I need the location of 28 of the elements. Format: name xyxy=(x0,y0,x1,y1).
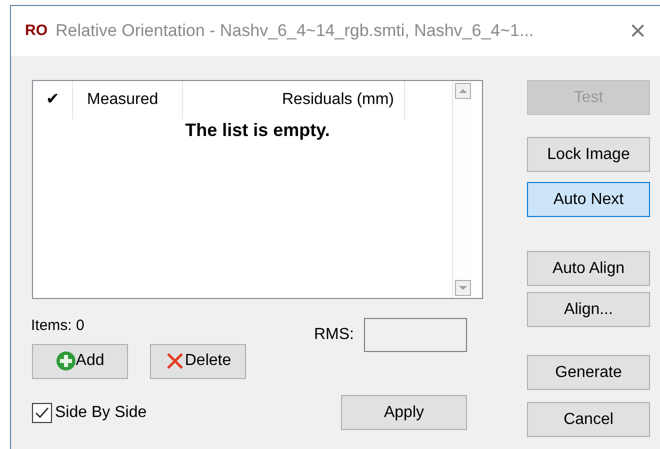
side-button[interactable]: Auto Align xyxy=(527,251,650,286)
rms-label: RMS: xyxy=(314,325,354,345)
window-title: Relative Orientation - Nashv_6_4~14_rgb.smti, Nashv_6_4~1... xyxy=(56,20,534,42)
scroll-up-icon[interactable] xyxy=(454,83,470,99)
side-button[interactable]: Align... xyxy=(527,292,650,327)
items-count: Items: 0 xyxy=(31,316,86,336)
side-button[interactable]: Auto Next xyxy=(527,182,650,217)
column-header[interactable]: ✔ xyxy=(33,81,73,119)
column-header[interactable]: Measured xyxy=(73,81,183,119)
plus-icon xyxy=(56,351,76,371)
rms-field[interactable] xyxy=(364,318,467,352)
close-button[interactable]: × xyxy=(630,17,646,45)
column-header[interactable]: Residuals (mm) xyxy=(183,81,405,119)
side-button[interactable]: Generate xyxy=(527,355,650,390)
scroll-down-icon[interactable] xyxy=(454,280,470,296)
checkbox-label: Side By Side xyxy=(55,402,147,422)
checkbox[interactable] xyxy=(32,402,52,422)
delete-button[interactable]: Delete xyxy=(150,344,246,378)
check-icon xyxy=(35,406,49,418)
apply-button[interactable]: Apply xyxy=(341,395,467,430)
scrollbar[interactable] xyxy=(452,81,472,298)
list-box[interactable]: ✔ Measured Residuals (mm) The list is empty. xyxy=(32,80,483,299)
empty-message: The list is empty. xyxy=(184,119,331,142)
add-button[interactable]: Add xyxy=(32,344,128,378)
side-button[interactable]: Cancel xyxy=(527,402,650,437)
app-logo: RO xyxy=(25,20,48,41)
side-button[interactable]: Lock Image xyxy=(527,137,650,172)
delete-icon xyxy=(164,351,185,371)
